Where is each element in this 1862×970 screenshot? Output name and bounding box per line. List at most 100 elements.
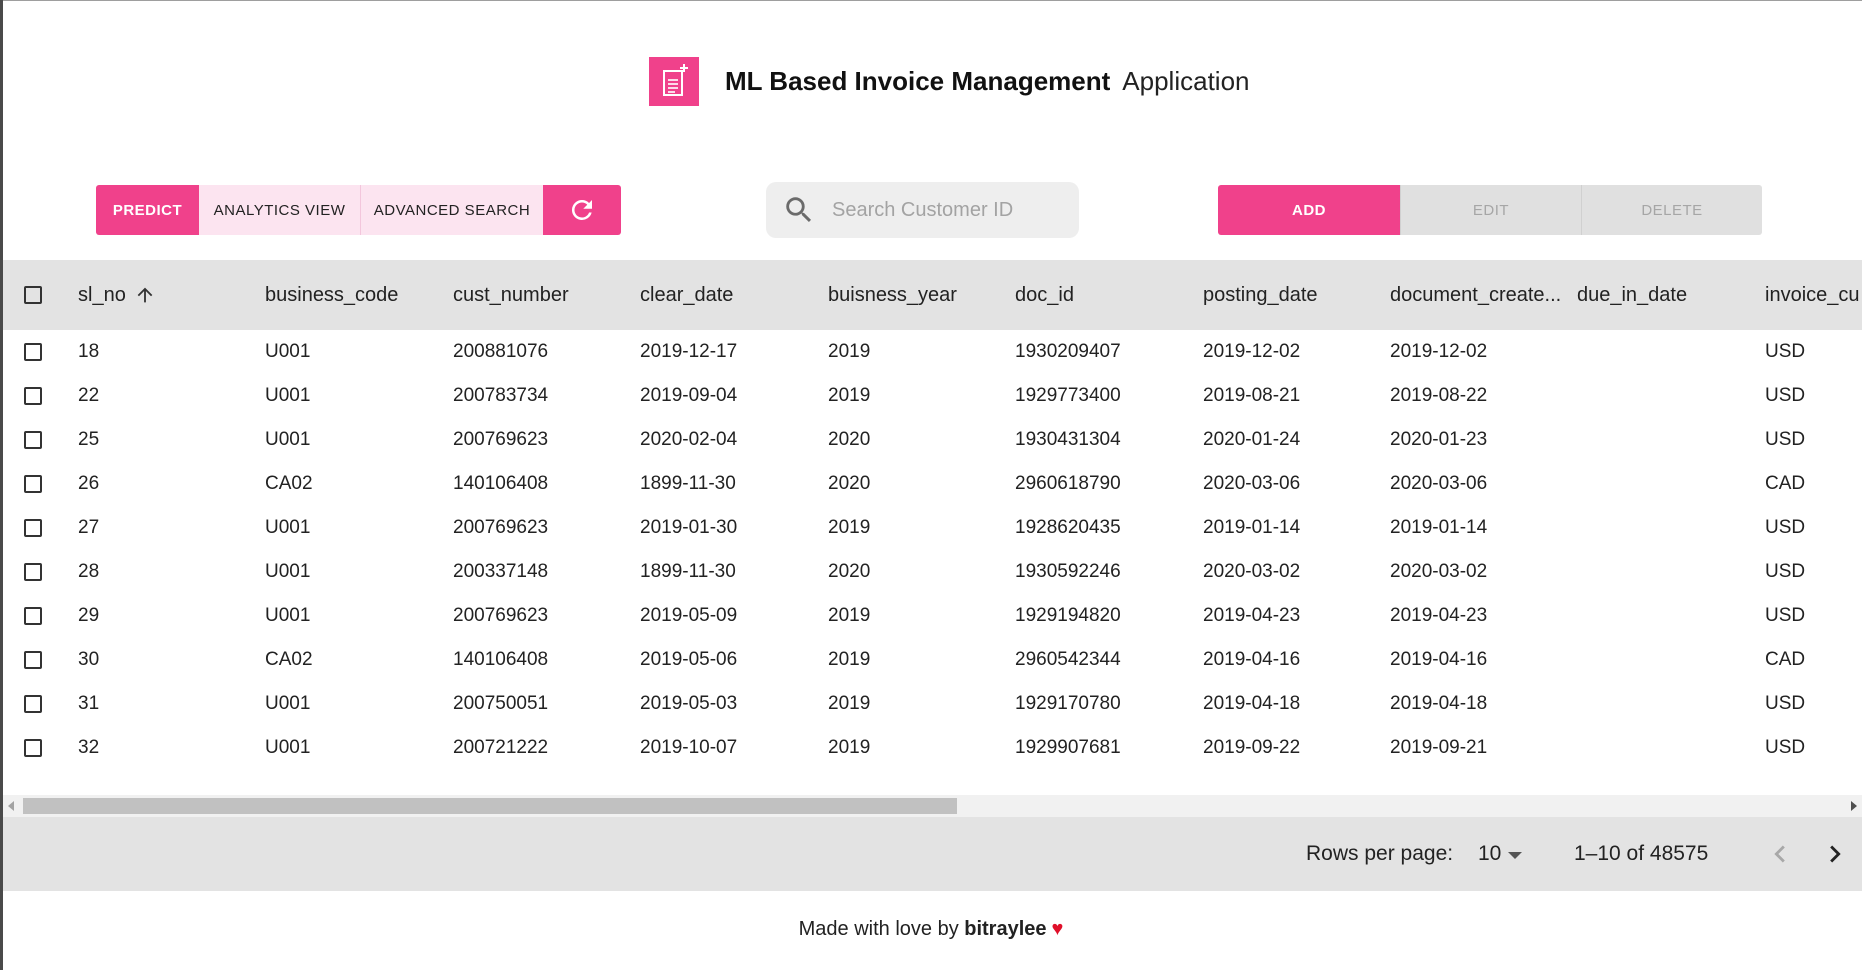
page-title: ML Based Invoice Management Application — [725, 66, 1250, 100]
column-header-business-code[interactable]: business_code — [265, 260, 445, 330]
table-row[interactable]: 32 U001 200721222 2019-10-07 2019 1929907681 2… — [3, 726, 1862, 770]
table-row[interactable]: 31 U001 200750051 2019-05-03 2019 1929170780 2… — [3, 682, 1862, 726]
table-cell-posting-date: 2019-04-16 — [1203, 649, 1301, 670]
table-row[interactable]: 26 CA02 140106408 1899-11-30 2020 2960618790 2… — [3, 462, 1862, 506]
invoice-data-grid: sl_no business_code cust_number clear_da… — [3, 260, 1862, 891]
table-cell-invoice-cu: USD — [1765, 605, 1806, 626]
column-header-cust-number[interactable]: cust_number — [453, 260, 633, 330]
table-cell-invoice-cu: USD — [1765, 561, 1806, 582]
column-header-label: sl_no — [78, 283, 126, 306]
table-cell-cust-number: 200750051 — [453, 693, 549, 714]
table-cell-document-create: 2020-03-02 — [1390, 561, 1488, 582]
table-row[interactable]: 27 U001 200769623 2019-01-30 2019 1928620435 2… — [3, 506, 1862, 550]
pagination-range: 1–10 of 48575 — [1574, 842, 1709, 865]
row-checkbox-cell — [24, 418, 42, 462]
rows-per-page-label: Rows per page: — [1306, 842, 1454, 865]
table-cell-sl-no: 30 — [78, 649, 100, 670]
table-cell-business-code: U001 — [265, 341, 311, 362]
analytics-view-button[interactable]: ANALYTICS VIEW — [199, 185, 361, 235]
table-cell-business-code: U001 — [265, 517, 311, 538]
previous-page-icon[interactable] — [1763, 837, 1797, 871]
footer-credit: Made with love by bitraylee ♥ — [0, 918, 1862, 941]
column-header-label: cust_number — [453, 283, 569, 306]
column-header-posting-date[interactable]: posting_date — [1203, 260, 1383, 330]
advanced-search-button[interactable]: ADVANCED SEARCH — [361, 185, 543, 235]
table-row[interactable]: 22 U001 200783734 2019-09-04 2019 1929773400 2… — [3, 374, 1862, 418]
column-header-label: due_in_date — [1577, 283, 1688, 306]
refresh-button[interactable] — [543, 185, 621, 235]
table-cell-doc-id: 1929170780 — [1015, 693, 1121, 714]
column-header-label: buisness_year — [828, 283, 957, 306]
column-header-due-in-date[interactable]: due_in_date — [1577, 260, 1757, 330]
table-cell-buisness-year: 2019 — [828, 605, 871, 626]
table-cell-buisness-year: 2019 — [828, 693, 871, 714]
sort-ascending-icon[interactable] — [134, 284, 156, 306]
table-cell-clear-date: 1899-11-30 — [640, 561, 736, 582]
next-page-icon[interactable] — [1818, 837, 1852, 871]
table-row[interactable]: 25 U001 200769623 2020-02-04 2020 1930431304 2… — [3, 418, 1862, 462]
row-checkbox[interactable] — [24, 431, 42, 449]
scrollbar-thumb[interactable] — [23, 798, 957, 814]
row-checkbox[interactable] — [24, 387, 42, 405]
table-cell-invoice-cu: USD — [1765, 341, 1806, 362]
table-cell-posting-date: 2019-08-21 — [1203, 385, 1301, 406]
table-cell-posting-date: 2019-09-22 — [1203, 737, 1301, 758]
crud-button-group: ADD EDIT DELETE — [1218, 185, 1762, 235]
table-cell-document-create: 2019-08-22 — [1390, 385, 1488, 406]
scroll-right-icon[interactable] — [1851, 801, 1857, 811]
table-cell-sl-no: 25 — [78, 429, 100, 450]
table-row[interactable]: 29 U001 200769623 2019-05-09 2019 1929194820 2… — [3, 594, 1862, 638]
delete-button[interactable]: DELETE — [1581, 185, 1762, 235]
table-cell-business-code: CA02 — [265, 649, 313, 670]
row-checkbox-cell — [24, 726, 42, 770]
table-cell-posting-date: 2019-12-02 — [1203, 341, 1301, 362]
row-checkbox[interactable] — [24, 563, 42, 581]
row-checkbox[interactable] — [24, 519, 42, 537]
horizontal-scrollbar[interactable] — [3, 795, 1862, 817]
row-checkbox[interactable] — [24, 739, 42, 757]
edit-button[interactable]: EDIT — [1400, 185, 1581, 235]
table-cell-doc-id: 2960542344 — [1015, 649, 1121, 670]
select-all-checkbox[interactable] — [24, 286, 42, 304]
table-cell-clear-date: 2019-01-30 — [640, 517, 738, 538]
column-header-sl-no[interactable]: sl_no — [78, 260, 228, 330]
row-checkbox[interactable] — [24, 475, 42, 493]
table-cell-clear-date: 2019-12-17 — [640, 341, 738, 362]
rows-per-page-select[interactable]: 10 — [1478, 817, 1523, 891]
column-header-business-year[interactable]: buisness_year — [828, 260, 1008, 330]
add-button[interactable]: ADD — [1218, 185, 1400, 235]
table-cell-sl-no: 31 — [78, 693, 100, 714]
table-cell-sl-no: 29 — [78, 605, 100, 626]
table-cell-posting-date: 2019-01-14 — [1203, 517, 1301, 538]
table-row[interactable]: 18 U001 200881076 2019-12-17 2019 1930209407 2… — [3, 330, 1862, 374]
column-header-invoice-currency[interactable]: invoice_cu — [1765, 260, 1862, 330]
scroll-left-icon[interactable] — [8, 801, 14, 811]
invoice-add-icon — [649, 57, 699, 106]
table-cell-buisness-year: 2019 — [828, 649, 871, 670]
table-row[interactable]: 30 CA02 140106408 2019-05-06 2019 2960542344 2… — [3, 638, 1862, 682]
table-cell-invoice-cu: CAD — [1765, 473, 1806, 494]
title-light: Application — [1122, 66, 1250, 96]
predict-button[interactable]: PREDICT — [96, 185, 199, 235]
column-header-doc-id[interactable]: doc_id — [1015, 260, 1195, 330]
row-checkbox-cell — [24, 682, 42, 726]
row-checkbox-cell — [24, 594, 42, 638]
row-checkbox[interactable] — [24, 607, 42, 625]
table-cell-doc-id: 1929773400 — [1015, 385, 1121, 406]
table-cell-sl-no: 28 — [78, 561, 100, 582]
column-header-label: doc_id — [1015, 283, 1074, 306]
table-row[interactable]: 28 U001 200337148 1899-11-30 2020 1930592246 2… — [3, 550, 1862, 594]
table-cell-buisness-year: 2020 — [828, 473, 871, 494]
search-box — [766, 182, 1079, 238]
column-header-clear-date[interactable]: clear_date — [640, 260, 820, 330]
row-checkbox[interactable] — [24, 695, 42, 713]
row-checkbox[interactable] — [24, 651, 42, 669]
search-customer-input[interactable] — [832, 198, 1062, 222]
row-checkbox[interactable] — [24, 343, 42, 361]
view-button-group: PREDICT ANALYTICS VIEW ADVANCED SEARCH — [96, 185, 621, 235]
rows-per-page-value: 10 — [1478, 842, 1502, 865]
table-cell-business-code: U001 — [265, 737, 311, 758]
table-cell-cust-number: 140106408 — [453, 473, 549, 494]
column-header-document-create-date[interactable]: document_create... — [1390, 260, 1570, 330]
table-cell-buisness-year: 2019 — [828, 517, 871, 538]
